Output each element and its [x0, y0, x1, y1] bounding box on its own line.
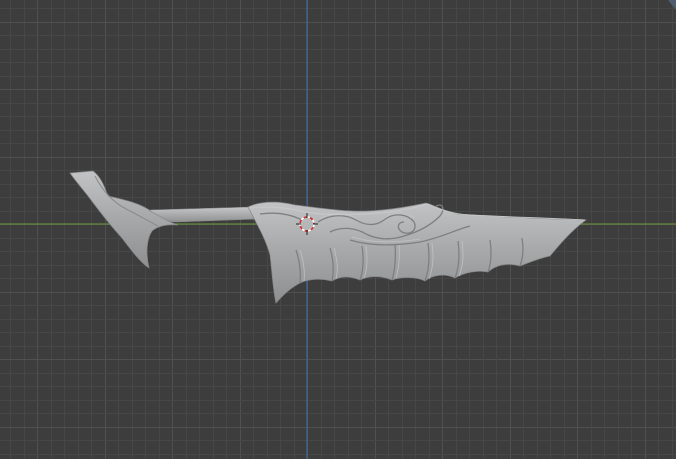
sword-blade[interactable] [247, 201, 588, 304]
3d-viewport[interactable] [0, 0, 676, 459]
sword-pommel[interactable] [69, 170, 179, 269]
sword-mesh[interactable] [69, 170, 588, 304]
viewport-canvas[interactable] [0, 0, 676, 459]
